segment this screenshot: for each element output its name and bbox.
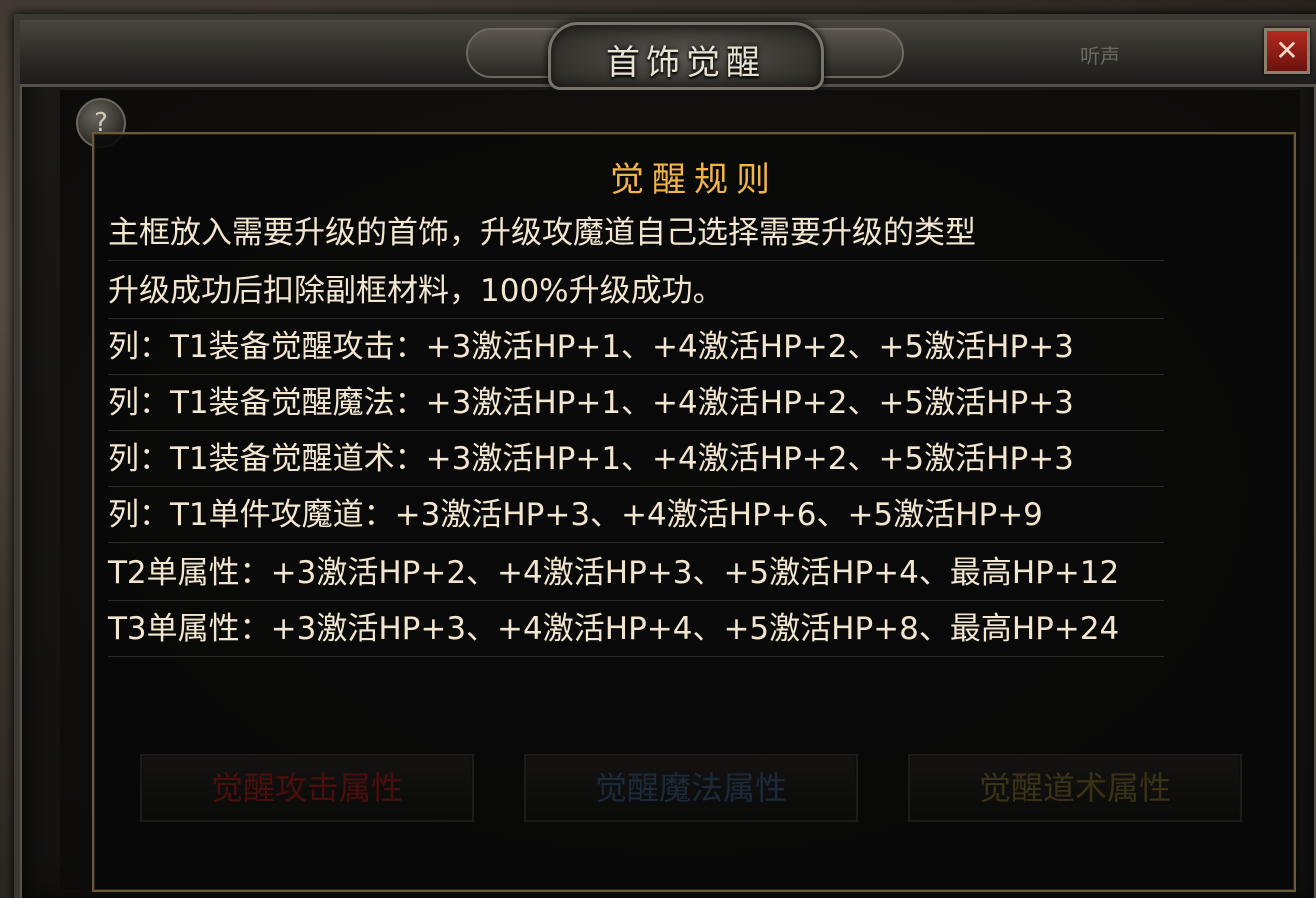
close-button[interactable]: ✕ xyxy=(1264,28,1310,74)
game-scene: 首饰觉醒 听声 ✕ ? 觉醒规则 主框放入需要升级的首饰，升级攻魔道自己选择需要… xyxy=(0,0,1316,898)
jewelry-awaken-window: 首饰觉醒 听声 ✕ ? 觉醒规则 主框放入需要升级的首饰，升级攻魔道自己选择需要… xyxy=(14,14,1316,898)
rules-title: 觉醒规则 xyxy=(610,160,778,200)
rule-line: 列：T1装备觉醒道术：+3激活HP+1、+4激活HP+2、+5激活HP+3 xyxy=(108,432,1164,487)
awaken-tao-button[interactable]: 觉醒道术属性 xyxy=(908,754,1242,822)
rule-line: 列：T1装备觉醒魔法：+3激活HP+1、+4激活HP+2、+5激活HP+3 xyxy=(108,376,1164,431)
title-ornament-left xyxy=(466,28,560,78)
title-ornament-right xyxy=(810,28,904,78)
rule-line: 列：T1装备觉醒攻击：+3激活HP+1、+4激活HP+2、+5激活HP+3 xyxy=(108,320,1164,375)
awaken-magic-button[interactable]: 觉醒魔法属性 xyxy=(524,754,858,822)
rule-line: T3单属性：+3激活HP+3、+4激活HP+4、+5激活HP+8、最高HP+24 xyxy=(108,602,1164,657)
rules-panel: 觉醒规则 主框放入需要升级的首饰，升级攻魔道自己选择需要升级的类型 升级成功后扣… xyxy=(92,132,1296,892)
rule-line: 升级成功后扣除副框材料，100%升级成功。 xyxy=(108,264,1164,319)
rule-line: T2单属性：+3激活HP+2、+4激活HP+3、+5激活HP+4、最高HP+12 xyxy=(108,546,1164,601)
listen-text: 听声 xyxy=(1080,44,1120,68)
window-title: 首饰觉醒 xyxy=(606,43,766,83)
awaken-attack-button[interactable]: 觉醒攻击属性 xyxy=(140,754,474,822)
rule-line: 列：T1单件攻魔道：+3激活HP+3、+4激活HP+6、+5激活HP+9 xyxy=(108,488,1164,543)
title-plate: 首饰觉醒 xyxy=(548,22,824,90)
rule-line: 主框放入需要升级的首饰，升级攻魔道自己选择需要升级的类型 xyxy=(108,206,1164,261)
